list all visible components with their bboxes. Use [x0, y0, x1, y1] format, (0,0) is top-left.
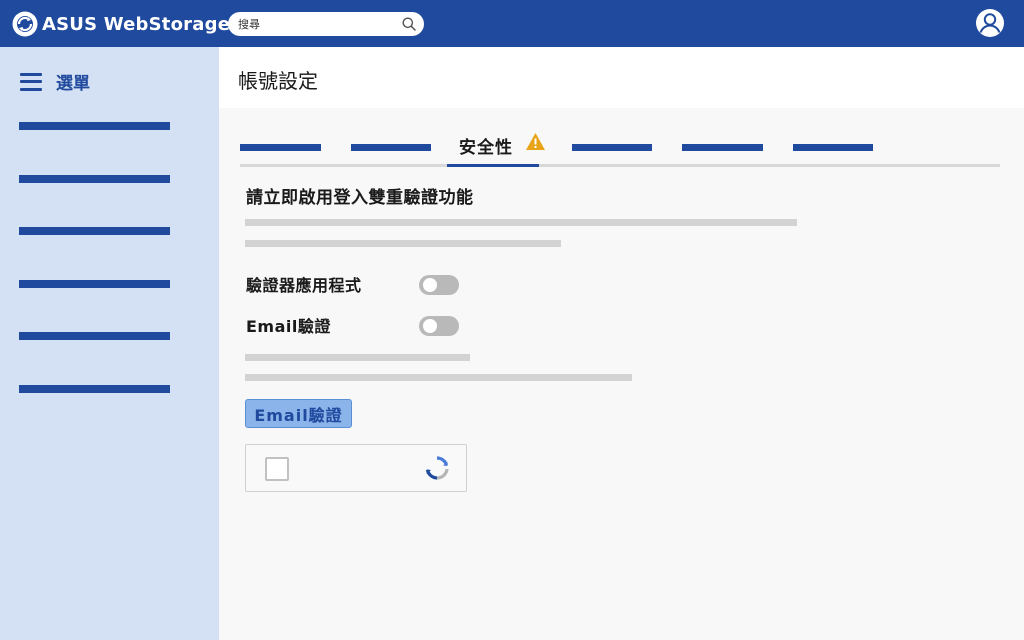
search-bar [228, 12, 424, 36]
description-line [245, 240, 561, 247]
authenticator-app-label: 驗證器應用程式 [246, 276, 362, 295]
section-title: 請立即啟用登入雙重驗證功能 [246, 188, 474, 208]
top-bar: ASUS WebStorage [0, 0, 1024, 47]
sidebar-item[interactable] [19, 227, 170, 235]
tab-item[interactable] [351, 144, 431, 151]
tab-security-label: 安全性 [459, 138, 513, 158]
hamburger-icon [20, 72, 42, 91]
email-verification-toggle[interactable] [419, 316, 459, 336]
description-line [245, 374, 632, 381]
search-input[interactable] [238, 12, 398, 36]
sidebar-item[interactable] [19, 122, 170, 130]
tab-item[interactable] [572, 144, 652, 151]
tab-item[interactable] [240, 144, 321, 151]
sidebar-item[interactable] [19, 385, 170, 393]
email-verification-label: Email驗證 [246, 317, 331, 336]
brand[interactable]: ASUS WebStorage [12, 11, 230, 37]
page-header: 帳號設定 [219, 47, 1024, 108]
recaptcha-checkbox[interactable] [265, 457, 289, 481]
sidebar: 選單 [0, 47, 219, 640]
page-title: 帳號設定 [238, 69, 318, 93]
asus-logo-icon [12, 11, 38, 37]
email-verify-button[interactable]: Email驗證 [245, 399, 352, 428]
tab-item[interactable] [793, 144, 873, 151]
authenticator-app-toggle[interactable] [419, 275, 459, 295]
description-line [245, 219, 797, 226]
description-line [245, 354, 470, 361]
tab-item[interactable] [682, 144, 763, 151]
warning-icon [526, 133, 545, 150]
sidebar-item[interactable] [19, 280, 170, 288]
tab-bar: 安全性 [240, 130, 1000, 167]
sidebar-item[interactable] [19, 332, 170, 340]
menu-label: 選單 [56, 74, 90, 94]
recaptcha-icon [425, 456, 449, 480]
sidebar-item[interactable] [19, 175, 170, 183]
user-icon[interactable] [975, 8, 1005, 38]
search-icon[interactable] [402, 17, 416, 31]
menu-toggle-button[interactable]: 選單 [20, 69, 90, 94]
brand-name: ASUS WebStorage [42, 13, 231, 35]
recaptcha-widget [245, 444, 467, 492]
